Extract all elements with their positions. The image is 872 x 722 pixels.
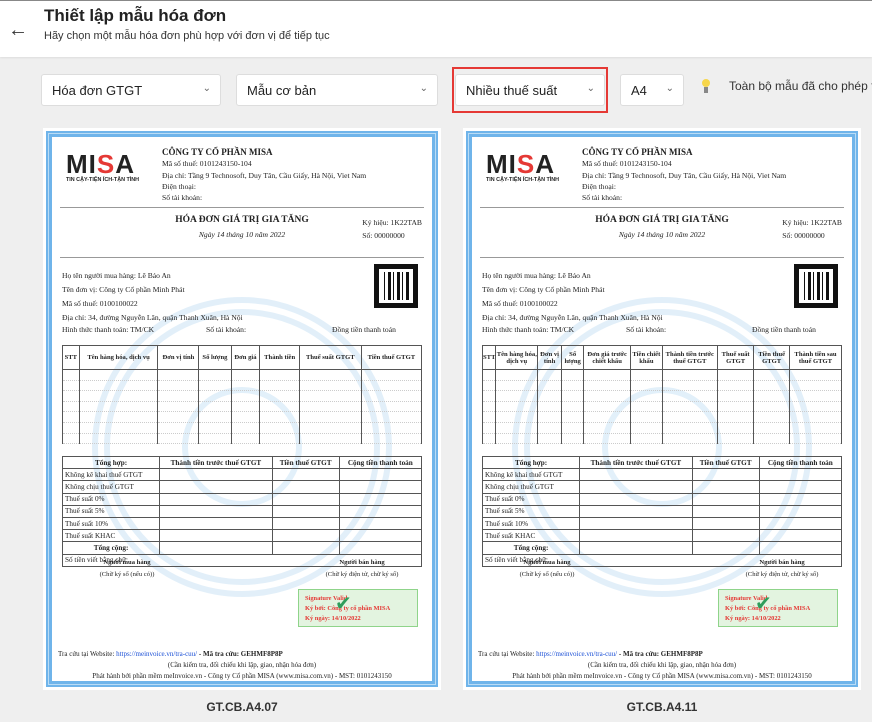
- template-style-value: Mẫu cơ bản: [247, 83, 317, 98]
- paper-size-value: A4: [631, 83, 647, 98]
- chevron-down-icon: ⌄: [419, 83, 428, 94]
- column-header: Tên hàng hóa, dịch vụ: [78, 345, 159, 370]
- paper-size-select[interactable]: A4 ⌄: [620, 74, 684, 106]
- summary-row: Thuế suất 10%: [61, 516, 423, 531]
- column-header: Đơn vị tính: [537, 345, 563, 370]
- template-code: GT.CB.A4.07: [206, 700, 278, 714]
- column-header: Thành tiền trước thuế GTGT: [661, 345, 718, 370]
- chevron-down-icon: ⌄: [202, 83, 211, 94]
- column-header: Đơn vị tính: [157, 345, 200, 370]
- summary-row: Thuế suất 5%: [61, 504, 423, 518]
- summary-table: Tổng hợp: Thành tiền trước thuế GTGT Tiền …: [61, 455, 423, 567]
- column-header: Tiền chiết khấu: [630, 345, 663, 370]
- summary-table: Tổng hợp: Thành tiền trước thuế GTGT Tiền …: [481, 455, 843, 567]
- summary-row: Không kê khai thuế GTGT: [61, 468, 423, 482]
- items-table: STT Tên hàng hóa, dịch vụ Đơn vị tính Số lư…: [62, 345, 423, 445]
- column-header: Số lượng: [198, 345, 232, 370]
- signature-valid-box: ✔ Signature Valid Ký bởi: Công ty cổ phần …: [298, 589, 418, 627]
- invoice-preview: MISA TIN CẬY-TIỆN ÍCH-TẬN TÌNH CÔNG TY CỔ…: [466, 131, 858, 687]
- column-header: Thành tiền sau thuế GTGT: [789, 345, 842, 370]
- highlight-box: [452, 67, 608, 113]
- page-subtitle: Hãy chọn một mẫu hóa đơn phù hợp với đơn…: [44, 30, 330, 42]
- summary-row: Thuế suất KHAC: [61, 529, 423, 543]
- summary-row: Thuế suất 0%: [481, 492, 843, 506]
- summary-row: Không chịu thuế GTGT: [61, 480, 423, 494]
- templates-note: Toàn bộ mẫu đã cho phép t: [729, 79, 872, 93]
- page-title: Thiết lập mẫu hóa đơn: [44, 6, 227, 25]
- invoice-preview: MISA TIN CẬY-TIỆN ÍCH-TẬN TÌNH CÔNG TY CỔ…: [46, 131, 438, 687]
- summary-row: Thuế suất 0%: [61, 492, 423, 506]
- template-code: GT.CB.A4.11: [626, 700, 698, 714]
- seller-info: CÔNG TY CỔ PHẦN MISA Mã số thuế: 01012431…: [162, 147, 367, 203]
- summary-row: Không kê khai thuế GTGT: [481, 468, 843, 482]
- items-table: STT Tên hàng hóa, dịch vụ Đơn vị tính Số lư…: [481, 345, 842, 445]
- column-header: Tiền thuế GTGT: [753, 345, 791, 370]
- checkmark-icon: ✔: [335, 591, 352, 615]
- invoice-type-select[interactable]: Hóa đơn GTGT ⌄: [41, 74, 221, 106]
- column-header: STT: [62, 345, 80, 370]
- summary-row: Thuế suất 5%: [481, 504, 843, 518]
- invoice-type-value: Hóa đơn GTGT: [52, 83, 143, 98]
- template-card[interactable]: MISA TIN CẬY-TIỆN ÍCH-TẬN TÌNH CÔNG TY CỔ…: [463, 128, 861, 690]
- summary-row: Thuế suất 10%: [481, 516, 843, 531]
- qr-code: [374, 264, 418, 308]
- signature-valid-box: ✔ Signature Valid Ký bởi: Công ty cổ phần …: [718, 589, 838, 627]
- summary-row: Thuế suất KHAC: [481, 529, 843, 543]
- invoice-symbol: Ký hiệu: 1K22TAB Số: 00000000: [782, 218, 842, 240]
- column-header: Tên hàng hóa, dịch vụ: [495, 345, 539, 370]
- invoice-footer: Tra cứu tại Website: https://meinvoice.v…: [478, 650, 812, 680]
- column-header: Thuế suất GTGT: [298, 345, 362, 370]
- lightbulb-icon: [702, 79, 710, 93]
- summary-row: Không chịu thuế GTGT: [481, 480, 843, 494]
- column-header: Tiền thuế GTGT: [360, 345, 423, 370]
- buyer-info: Họ tên người mua hàng: Lê Bảo An Tên đơn …: [482, 271, 663, 322]
- payment-info: Hình thức thanh toán: TM/CK Số tài khoản:…: [62, 325, 396, 334]
- checkmark-icon: ✔: [755, 591, 772, 615]
- back-arrow-icon[interactable]: ←: [8, 19, 28, 42]
- invoice-footer: Tra cứu tại Website: https://meinvoice.v…: [58, 650, 392, 680]
- payment-info: Hình thức thanh toán: TM/CK Số tài khoản:…: [482, 325, 816, 334]
- column-header: Thành tiền: [259, 345, 300, 370]
- misa-logo: MISA TIN CẬY-TIỆN ÍCH-TẬN TÌNH: [66, 149, 140, 183]
- column-header: Đơn giá trước chiết khấu: [583, 345, 632, 370]
- lookup-link[interactable]: https://meinvoice.vn/tra-cuu/: [116, 650, 197, 658]
- column-header: STT: [481, 345, 497, 370]
- misa-logo: MISA TIN CẬY-TIỆN ÍCH-TẬN TÌNH: [486, 149, 560, 183]
- qr-code: [794, 264, 838, 308]
- template-card[interactable]: MISA TIN CẬY-TIỆN ÍCH-TẬN TÌNH CÔNG TY CỔ…: [43, 128, 441, 690]
- seller-info: CÔNG TY CỔ PHẦN MISA Mã số thuế: 01012431…: [582, 147, 787, 203]
- invoice-symbol: Ký hiệu: 1K22TAB Số: 00000000: [362, 218, 422, 240]
- buyer-info: Họ tên người mua hàng: Lê Bảo An Tên đơn …: [62, 271, 243, 322]
- column-header: Đơn giá: [230, 345, 261, 370]
- page-header: ← Thiết lập mẫu hóa đơn Hãy chọn một mẫu…: [0, 0, 872, 57]
- column-header: Thuế suất GTGT: [716, 345, 755, 370]
- column-header: Số lượng: [561, 345, 585, 370]
- chevron-down-icon: ⌄: [665, 83, 674, 94]
- template-style-select[interactable]: Mẫu cơ bản ⌄: [236, 74, 438, 106]
- lookup-link[interactable]: https://meinvoice.vn/tra-cuu/: [536, 650, 617, 658]
